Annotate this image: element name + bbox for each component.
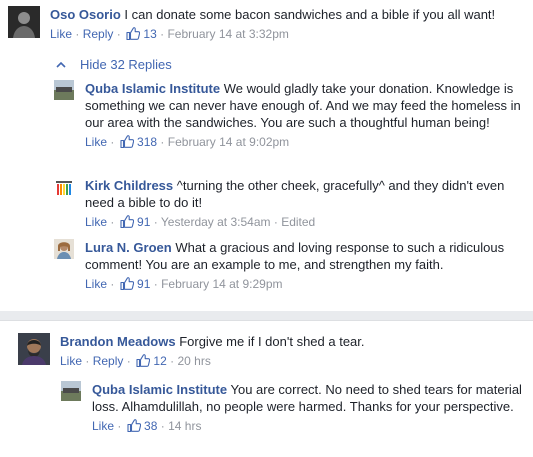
comment-thread-panel: Brandon Meadows Forgive me if I don't sh… (0, 320, 533, 457)
comment-actions: Like · Reply · 12 · 20 hrs (60, 354, 211, 368)
timestamp[interactable]: February 14 at 3:32pm (167, 27, 288, 41)
thumbs-up-icon[interactable] (120, 135, 134, 148)
thumbs-up-icon[interactable] (126, 27, 140, 40)
timestamp[interactable]: 14 hrs (168, 419, 201, 433)
chevron-up-icon (56, 61, 66, 68)
thumbs-up-icon[interactable] (120, 215, 134, 228)
like-link[interactable]: Like (85, 135, 107, 149)
like-count[interactable]: 12 (153, 354, 166, 368)
reply-author[interactable]: Lura N. Groen (85, 240, 172, 255)
hide-replies-label[interactable]: Hide 32 Replies (80, 57, 172, 72)
timestamp[interactable]: February 14 at 9:29pm (161, 277, 282, 291)
timestamp[interactable]: Yesterday at 3:54am (161, 215, 271, 229)
like-link[interactable]: Like (85, 215, 107, 229)
reply-actions: Like · 318 · February 14 at 9:02pm (85, 135, 290, 149)
avatar[interactable] (61, 381, 81, 401)
like-link[interactable]: Like (92, 419, 114, 433)
comment-thread-panel: Oso Osorio I can donate some bacon sandw… (0, 0, 533, 312)
like-count[interactable]: 13 (143, 27, 156, 41)
comment-author[interactable]: Brandon Meadows (60, 334, 176, 349)
reply-actions: Like · 38 · 14 hrs (92, 419, 202, 433)
comment-text: Forgive me if I don't shed a tear. (179, 334, 365, 349)
like-count[interactable]: 91 (137, 215, 150, 229)
reply-author[interactable]: Quba Islamic Institute (85, 81, 220, 96)
thumbs-up-icon[interactable] (136, 354, 150, 367)
reply-link[interactable]: Reply (93, 354, 124, 368)
thumbs-up-icon[interactable] (120, 277, 134, 290)
like-count[interactable]: 91 (137, 277, 150, 291)
reply-link[interactable]: Reply (83, 27, 114, 41)
timestamp[interactable]: February 14 at 9:02pm (168, 135, 289, 149)
like-link[interactable]: Like (60, 354, 82, 368)
avatar[interactable] (8, 6, 40, 38)
like-link[interactable]: Like (85, 277, 107, 291)
reply-author[interactable]: Kirk Childress (85, 178, 173, 193)
avatar[interactable] (54, 239, 74, 259)
reply-actions: Like · 91 · Yesterday at 3:54am · Edited (85, 215, 316, 229)
avatar[interactable] (54, 177, 74, 197)
comment-actions: Like · Reply · 13 · February 14 at 3:32p… (50, 27, 289, 41)
hide-replies-toggle[interactable]: Hide 32 Replies (56, 56, 172, 73)
like-count[interactable]: 318 (137, 135, 157, 149)
like-link[interactable]: Like (50, 27, 72, 41)
like-count[interactable]: 38 (144, 419, 157, 433)
reply-actions: Like · 91 · February 14 at 9:29pm (85, 277, 283, 291)
reply-author[interactable]: Quba Islamic Institute (92, 382, 227, 397)
timestamp[interactable]: 20 hrs (177, 354, 210, 368)
avatar[interactable] (18, 333, 50, 365)
avatar[interactable] (54, 80, 74, 100)
comment-author[interactable]: Oso Osorio (50, 7, 121, 22)
thumbs-up-icon[interactable] (127, 419, 141, 432)
comment-text: I can donate some bacon sandwiches and a… (124, 7, 496, 22)
edited-label[interactable]: Edited (281, 215, 315, 229)
